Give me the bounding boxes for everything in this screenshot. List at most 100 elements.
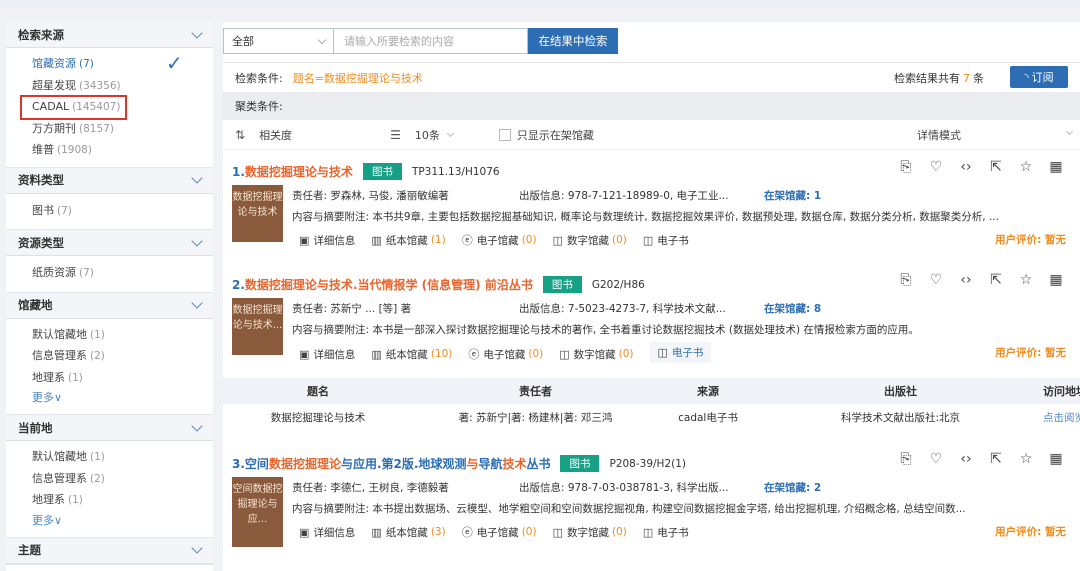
facet-item-weipu[interactable]: 维普 (1908) bbox=[32, 139, 213, 161]
facet-item-label: 默认馆藏地 bbox=[32, 327, 87, 341]
subscribe-button[interactable]: ◝ 订阅 bbox=[1010, 66, 1068, 88]
scope-select[interactable]: 全部 bbox=[223, 28, 333, 54]
book-cover[interactable]: 数据挖掘理论与技术... bbox=[232, 298, 283, 355]
code-icon[interactable]: ‹› bbox=[958, 272, 974, 288]
facet-item-chaoxing[interactable]: 超星发现 (34356) bbox=[32, 75, 213, 97]
facet-item-count: (2) bbox=[90, 350, 105, 362]
ebook-link[interactable]: ◫ 电子书 bbox=[649, 342, 712, 363]
digital-link[interactable]: ◫ 数字馆藏 (0) bbox=[553, 524, 627, 540]
facet-item-default-loc[interactable]: 默认馆藏地 (1) bbox=[32, 324, 213, 346]
ebook-icon: ◫ bbox=[642, 233, 654, 247]
chevron-down-icon[interactable] bbox=[191, 172, 203, 184]
code-icon[interactable]: ‹› bbox=[958, 159, 974, 175]
page-size-select[interactable]: 10条 bbox=[415, 127, 440, 143]
favorite-icon[interactable]: ♡ bbox=[928, 159, 944, 175]
digital-link[interactable]: ◫ 数字馆藏 (0) bbox=[559, 345, 633, 363]
facet-item-book[interactable]: 图书 (7) bbox=[32, 200, 213, 222]
facet-header-doc-type[interactable]: 资料类型 bbox=[6, 167, 213, 194]
facet-header-location[interactable]: 馆藏地 bbox=[6, 292, 213, 319]
facet-header-subject[interactable]: 主题 bbox=[6, 537, 213, 564]
facet-header-current[interactable]: 当前地 bbox=[6, 415, 213, 441]
link-label: 详细信息 bbox=[313, 526, 356, 539]
paper-link[interactable]: ▥ 纸本馆藏 (3) bbox=[371, 524, 445, 540]
facet-item-label: 地理系 bbox=[32, 493, 65, 506]
book-cover[interactable]: 数据挖掘理论与技术 bbox=[232, 185, 283, 242]
checkbox[interactable] bbox=[498, 128, 511, 141]
call-number: TP311.13/H1076 bbox=[411, 165, 500, 178]
share-icon[interactable]: ⇱ bbox=[988, 159, 1004, 175]
chevron-down-icon[interactable] bbox=[191, 419, 203, 432]
paper-link[interactable]: ▥ 纸本馆藏 (1) bbox=[371, 232, 445, 248]
record-title[interactable]: 1. 数据挖掘理论与技术 图书 TP311.13/H1076 bbox=[232, 163, 500, 180]
facet-item-default-loc[interactable]: 默认馆藏地 (1) bbox=[32, 446, 213, 468]
digital-link[interactable]: ◫ 数字馆藏 (0) bbox=[553, 232, 627, 248]
ebook-link[interactable]: ◫ 电子书 bbox=[643, 232, 689, 248]
record-shelf[interactable]: 在架馆藏: 1 bbox=[764, 188, 821, 203]
share-icon[interactable]: ⇱ bbox=[988, 451, 1004, 467]
book-icon: ▥ bbox=[371, 347, 382, 361]
favorite-icon[interactable]: ♡ bbox=[928, 272, 944, 288]
search-input[interactable] bbox=[333, 28, 528, 54]
chevron-down-icon bbox=[446, 129, 454, 137]
qrcode-icon[interactable]: ▦ bbox=[1048, 451, 1064, 467]
cite-icon[interactable]: ⎘ bbox=[898, 451, 914, 467]
favorite-icon[interactable]: ♡ bbox=[928, 451, 944, 467]
record-title-part: 与应用.第2版.地球观测 bbox=[340, 457, 467, 471]
record-publication: 出版信息: 978-7-121-18989-0, 电子工业... bbox=[519, 190, 729, 202]
cite-icon[interactable]: ⎘ bbox=[898, 272, 914, 288]
qrcode-icon[interactable]: ▦ bbox=[1048, 159, 1064, 175]
record-shelf[interactable]: 在架馆藏: 2 bbox=[764, 480, 821, 495]
more-link[interactable]: 更多∨ bbox=[32, 388, 213, 408]
rate-icon[interactable]: ☆ bbox=[1018, 159, 1034, 175]
ecoll-link[interactable]: ⓔ 电子馆藏 (0) bbox=[468, 345, 543, 363]
chevron-down-icon[interactable] bbox=[191, 234, 203, 247]
chevron-down-icon[interactable] bbox=[191, 542, 203, 554]
facet-item-count: (1) bbox=[90, 451, 105, 463]
more-label: 更多 bbox=[32, 513, 54, 527]
ebook-icon: ◫ bbox=[657, 346, 668, 359]
book-cover[interactable]: 空间数据挖掘理论与应... bbox=[232, 477, 283, 547]
link-label: 详细信息 bbox=[313, 234, 356, 247]
facet-item-geo[interactable]: 地理系 (1) bbox=[32, 367, 213, 389]
ecoll-link[interactable]: ⓔ 电子馆藏 (0) bbox=[462, 524, 537, 540]
link-count: (0) bbox=[611, 234, 627, 246]
more-link[interactable]: 更多∨ bbox=[32, 511, 213, 531]
detail-link[interactable]: ▣ 详细信息 bbox=[299, 232, 355, 248]
chevron-down-icon[interactable] bbox=[191, 26, 203, 39]
ecoll-link[interactable]: ⓔ 电子馆藏 (0) bbox=[462, 232, 537, 248]
chevron-down-icon[interactable] bbox=[191, 297, 203, 309]
qrcode-icon[interactable]: ▦ bbox=[1048, 272, 1064, 288]
sort-icon: ⇅ bbox=[235, 127, 246, 142]
code-icon[interactable]: ‹› bbox=[958, 451, 974, 467]
facet-item-count: (7) bbox=[79, 267, 94, 279]
facet-item-infomgmt[interactable]: 信息管理系 (2) bbox=[32, 468, 213, 490]
share-icon[interactable]: ⇱ bbox=[988, 272, 1004, 288]
only-shelf-toggle[interactable]: 只显示在架馆藏 bbox=[498, 127, 594, 143]
view-mode-select[interactable]: 详情模式 bbox=[917, 127, 961, 143]
detail-link[interactable]: ▣ 详细信息 bbox=[299, 524, 355, 540]
facet-item-library[interactable]: 馆藏资源 (7) ✓ bbox=[32, 53, 213, 75]
read-link[interactable]: 点击阅览 bbox=[1043, 410, 1080, 425]
paper-link[interactable]: ▥ 纸本馆藏 (10) bbox=[371, 345, 452, 363]
sort-select[interactable]: 相关度 bbox=[259, 127, 292, 143]
facet-item-geo[interactable]: 地理系 (1) bbox=[32, 489, 213, 511]
record-shelf[interactable]: 在架馆藏: 8 bbox=[764, 301, 821, 316]
facet-header-res-type[interactable]: 资源类型 bbox=[6, 230, 213, 256]
rss-icon: ◝ bbox=[1024, 70, 1029, 84]
facet-item-infomgmt[interactable]: 信息管理系 (2) bbox=[32, 345, 213, 367]
record-title[interactable]: 3. 空间 数据挖掘理论 与应用.第2版.地球观测 与 导航 技术 丛书 图书 … bbox=[232, 455, 686, 472]
column-header: 题名 bbox=[307, 385, 329, 398]
ebook-link[interactable]: ◫ 电子书 bbox=[643, 524, 689, 540]
table-cell: cadal电子书 bbox=[678, 411, 738, 424]
facet-item-paper[interactable]: 纸质资源 (7) bbox=[32, 262, 213, 284]
detail-link[interactable]: ▣ 详细信息 bbox=[299, 345, 355, 363]
rate-icon[interactable]: ☆ bbox=[1018, 451, 1034, 467]
filter-sidebar: 检索来源 馆藏资源 (7) ✓ 超星发现 (34356) CADAL (145407) … bbox=[6, 22, 213, 571]
facet-header-source[interactable]: 检索来源 bbox=[6, 22, 213, 48]
rate-icon[interactable]: ☆ bbox=[1018, 272, 1034, 288]
record-title[interactable]: 2. 数据挖掘理论与技术 .当代情报学 (信息管理) 前沿丛书 图书 G202/… bbox=[232, 276, 645, 293]
facet-item-wanfang[interactable]: 万方期刊 (8157) bbox=[32, 118, 213, 140]
search-in-results-button[interactable]: 在结果中检索 bbox=[528, 28, 618, 54]
cite-icon[interactable]: ⎘ bbox=[898, 159, 914, 175]
record-title-part: 数据挖掘理论 bbox=[268, 457, 341, 471]
